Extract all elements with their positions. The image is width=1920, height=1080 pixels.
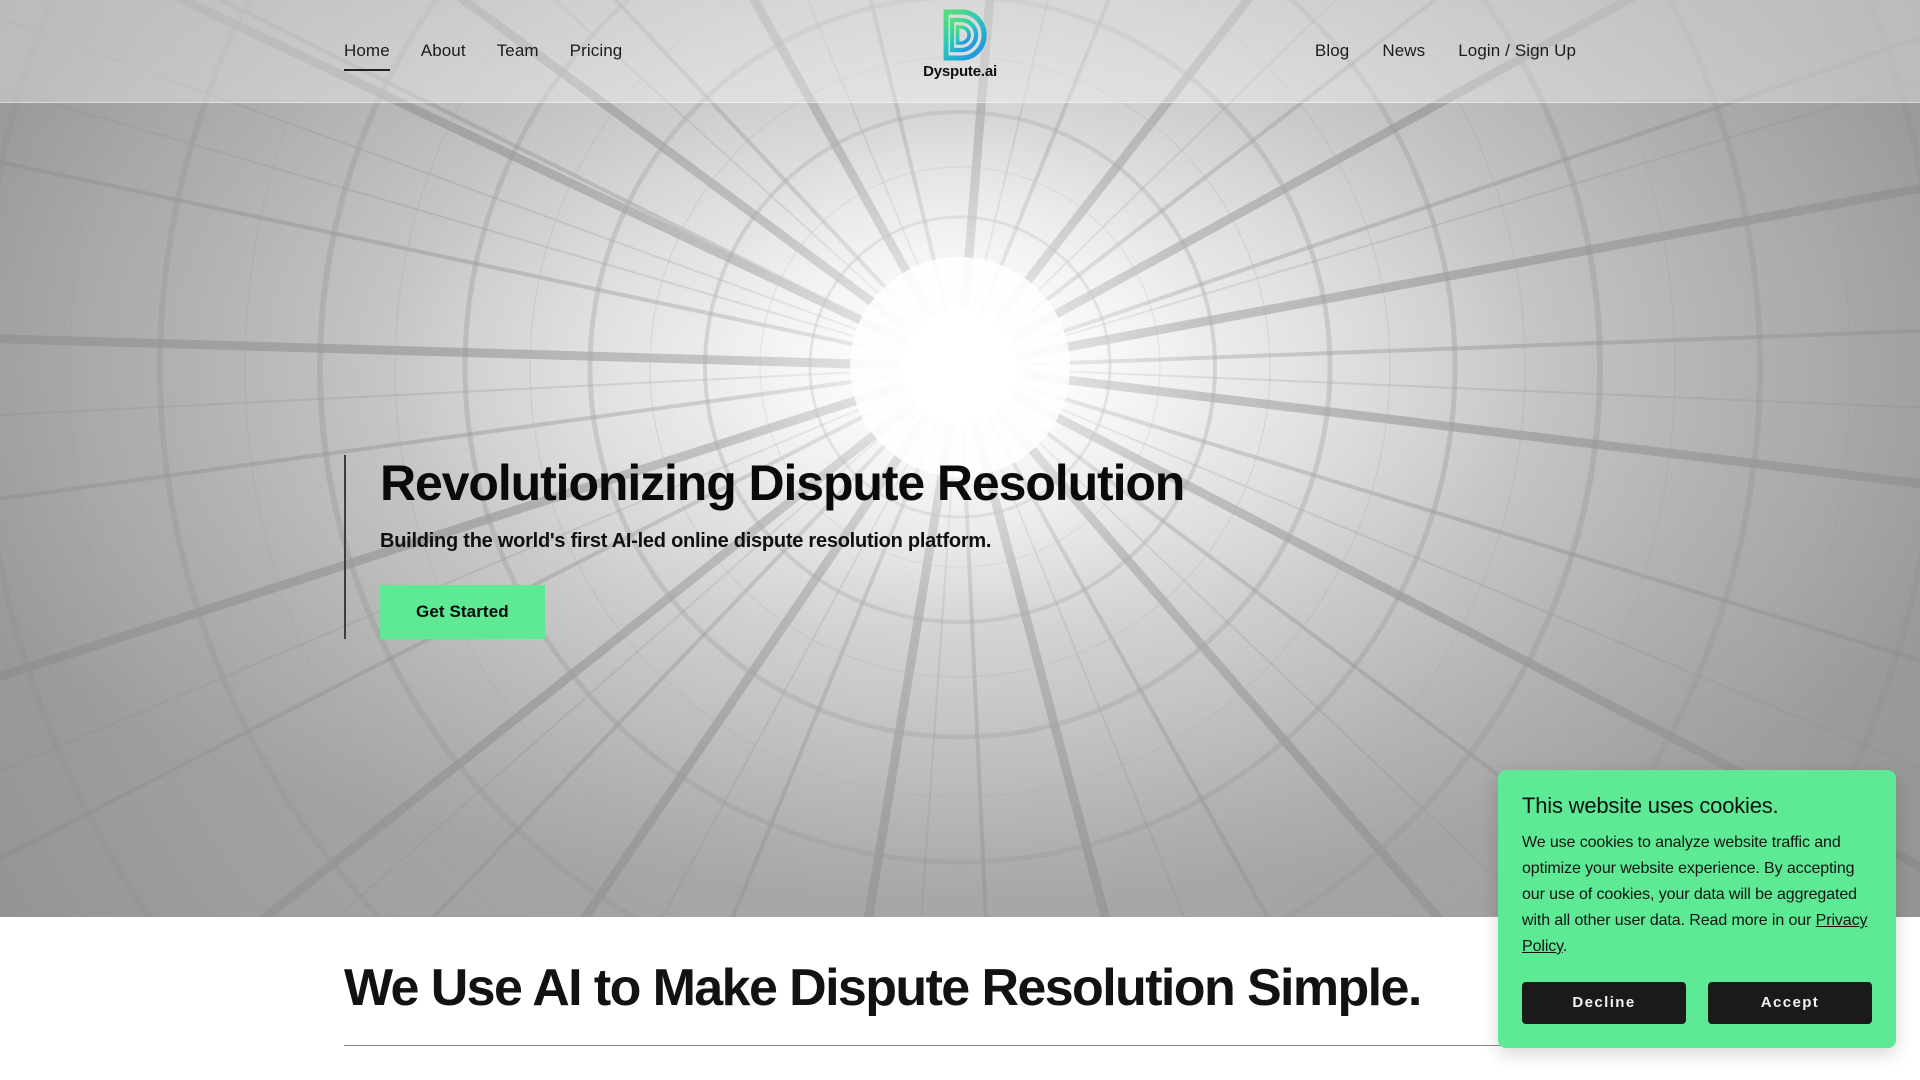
get-started-button[interactable]: Get Started [380, 585, 545, 639]
brand-name: Dyspute.ai [923, 63, 997, 80]
page-root: Home About Team Pricing Dyspute.ai Blog … [0, 0, 1920, 1080]
cookie-body-text-after-link: . [1562, 938, 1568, 955]
cookie-decline-button[interactable]: Decline [1522, 982, 1686, 1024]
value-prop-inner: We Use AI to Make Dispute Resolution Sim… [344, 958, 1576, 1046]
secondary-nav: Blog News Login / Sign Up [1315, 40, 1576, 69]
section-headline: We Use AI to Make Dispute Resolution Sim… [344, 959, 1422, 1017]
hero-subheadline: Building the world's first AI-led online… [380, 530, 992, 552]
cookie-banner-title: This website uses cookies. [1522, 793, 1779, 818]
nav-item-team[interactable]: Team [497, 40, 539, 69]
cookie-body-text-before-link: We use cookies to analyze website traffi… [1522, 834, 1857, 929]
site-header: Home About Team Pricing Dyspute.ai Blog … [0, 0, 1920, 103]
brand-logo[interactable]: Dyspute.ai [923, 8, 997, 80]
hero-content: Revolutionizing Dispute Resolution Build… [344, 455, 1344, 639]
nav-item-home[interactable]: Home [344, 40, 390, 71]
nav-item-news[interactable]: News [1382, 40, 1425, 69]
nav-item-pricing[interactable]: Pricing [570, 40, 623, 69]
cookie-accept-button[interactable]: Accept [1708, 982, 1872, 1024]
dyspute-d-spiral-logo-icon [938, 9, 987, 61]
cookie-consent-banner: This website uses cookies. We use cookie… [1498, 770, 1896, 1048]
section-divider [344, 1045, 1576, 1046]
nav-item-blog[interactable]: Blog [1315, 40, 1349, 69]
nav-item-login-signup[interactable]: Login / Sign Up [1458, 40, 1576, 69]
hero-headline: Revolutionizing Dispute Resolution [380, 455, 1185, 511]
nav-item-about[interactable]: About [421, 40, 466, 69]
cookie-banner-body: We use cookies to analyze website traffi… [1522, 830, 1872, 960]
primary-nav: Home About Team Pricing [344, 40, 622, 71]
cookie-banner-actions: Decline Accept [1522, 982, 1872, 1024]
